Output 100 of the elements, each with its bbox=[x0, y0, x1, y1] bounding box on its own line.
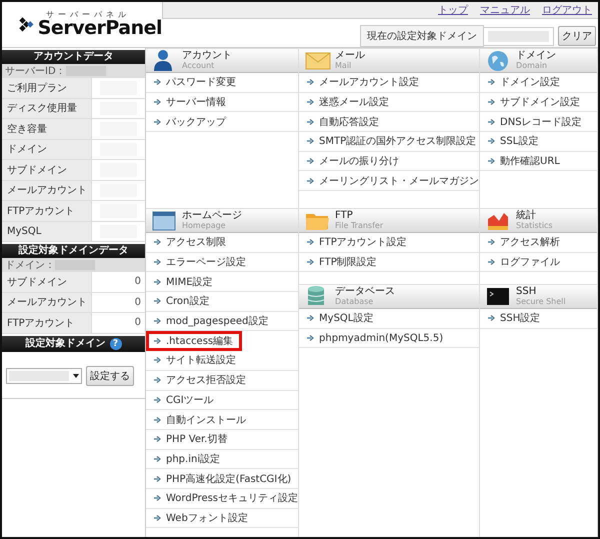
arrow-icon bbox=[307, 118, 316, 125]
link-text: PHP高速化設定(FastCGI化) bbox=[166, 472, 292, 486]
menu-link[interactable]: FTP制限設定 bbox=[299, 252, 480, 272]
menu-link[interactable]: メールの振り分け bbox=[299, 152, 480, 172]
menu-link[interactable]: メールアカウント設定 bbox=[299, 73, 480, 93]
menu-link[interactable]: サブドメイン設定 bbox=[480, 92, 597, 112]
menu-link[interactable]: 自動応答設定 bbox=[299, 112, 480, 132]
domain-select[interactable] bbox=[6, 368, 82, 384]
arrow-icon bbox=[488, 315, 496, 322]
arrow-icon bbox=[307, 259, 316, 266]
clear-button[interactable]: クリア bbox=[558, 26, 596, 46]
arrow-icon bbox=[154, 278, 162, 285]
menu-link[interactable]: メーリングリスト・メールマガジン bbox=[299, 171, 480, 192]
link-text: メールアカウント設定 bbox=[319, 76, 420, 90]
menu-link[interactable]: ドメイン設定 bbox=[480, 73, 597, 93]
section-title: メール bbox=[335, 51, 366, 62]
section-title: ドメイン bbox=[516, 51, 556, 62]
row-label: サブドメイン bbox=[2, 272, 92, 292]
link-text: 動作確認URL bbox=[500, 154, 560, 168]
arrow-icon bbox=[154, 436, 162, 442]
menu-link[interactable]: phpmyadmin(MySQL5.5) bbox=[299, 328, 480, 348]
section-subtitle: Database bbox=[335, 298, 374, 306]
menu-link[interactable]: 動作確認URL bbox=[480, 152, 597, 172]
set-button[interactable]: 設定する bbox=[86, 366, 134, 386]
arrow-icon bbox=[488, 158, 496, 164]
link-text: メーリングリスト・メールマガジン bbox=[319, 174, 480, 188]
nav-link[interactable]: ログアウト bbox=[542, 3, 592, 17]
menu-link[interactable]: php.ini設定 bbox=[146, 450, 298, 470]
menu-link[interactable]: 迷惑メール設定 bbox=[299, 92, 480, 112]
menu-link[interactable]: PHP高速化設定(FastCGI化) bbox=[146, 469, 298, 489]
menu-link[interactable]: WordPressセキュリティ設定 bbox=[146, 488, 298, 509]
menu-link[interactable]: サイト転送設定 bbox=[146, 351, 298, 371]
link-text: SSH設定 bbox=[500, 312, 540, 326]
menu-link[interactable]: .htaccess編集 bbox=[146, 331, 242, 352]
row-label: サブドメイン bbox=[2, 160, 92, 180]
menu-link[interactable]: FTPアカウント設定 bbox=[299, 233, 480, 253]
link-text: アクセス解析 bbox=[500, 236, 560, 250]
caret-icon bbox=[73, 374, 79, 378]
menu-link[interactable]: 自動インストール bbox=[146, 410, 298, 430]
menu-link[interactable]: MySQL設定 bbox=[299, 309, 480, 329]
link-text: ドメイン設定 bbox=[500, 76, 560, 90]
menu-link[interactable]: SSL設定 bbox=[480, 132, 597, 152]
menu-link[interactable]: PHP Ver.切替 bbox=[146, 430, 298, 450]
arrow-icon bbox=[154, 99, 162, 106]
arrow-icon bbox=[307, 79, 316, 86]
link-text: SSL設定 bbox=[500, 134, 538, 148]
row-label: メールアカウント bbox=[2, 180, 92, 200]
menu-link[interactable]: MIME設定 bbox=[146, 272, 298, 292]
row-label: メールアカウント bbox=[2, 292, 92, 312]
menu-link[interactable]: CGIツール bbox=[146, 390, 298, 410]
row-label: MySQL bbox=[2, 222, 92, 241]
menu-link[interactable]: Cron設定 bbox=[146, 292, 298, 312]
link-text: WordPressセキュリティ設定 bbox=[166, 492, 298, 506]
window-icon bbox=[152, 208, 178, 232]
link-text: phpmyadmin(MySQL5.5) bbox=[319, 332, 444, 344]
arrow-icon bbox=[307, 99, 316, 106]
arrow-icon bbox=[154, 456, 162, 462]
link-text: メールの振り分け bbox=[319, 155, 400, 168]
menu-link[interactable]: Webフォント設定 bbox=[146, 508, 298, 528]
menu-link[interactable]: SSH設定 bbox=[480, 309, 597, 329]
menu-link[interactable]: アクセス解析 bbox=[480, 233, 597, 253]
nav-link[interactable]: マニュアル bbox=[480, 3, 530, 17]
link-text: パスワード変更 bbox=[166, 76, 236, 90]
arrow-icon bbox=[307, 178, 316, 184]
domain-field[interactable] bbox=[484, 26, 554, 46]
menu-link[interactable]: バックアップ bbox=[146, 112, 298, 132]
domain-label: ドメイン： bbox=[5, 259, 55, 272]
menu-link[interactable]: SMTP認証の国外アクセス制限設定 bbox=[299, 132, 480, 152]
menu-link[interactable]: エラーページ設定 bbox=[146, 252, 298, 272]
menu-link[interactable]: DNSレコード設定 bbox=[480, 112, 597, 132]
row-label: ドメイン bbox=[2, 140, 92, 159]
link-text: Webフォント設定 bbox=[166, 512, 248, 525]
arrow-icon bbox=[154, 357, 162, 364]
arrow-icon bbox=[488, 99, 496, 106]
arrow-icon bbox=[154, 396, 162, 403]
menu-link[interactable]: パスワード変更 bbox=[146, 73, 298, 93]
section-title: SSH bbox=[516, 287, 538, 298]
link-text: FTP制限設定 bbox=[319, 256, 377, 270]
link-text: FTPアカウント設定 bbox=[319, 236, 407, 250]
nav-link[interactable]: トップ bbox=[438, 3, 468, 17]
arrow-icon bbox=[488, 118, 496, 125]
link-text: ログファイル bbox=[500, 256, 560, 270]
menu-link[interactable]: アクセス制限 bbox=[146, 233, 298, 253]
arrow-icon bbox=[488, 138, 496, 144]
row-label: FTPアカウント bbox=[2, 313, 92, 332]
menu-link[interactable]: mod_pagespeed設定 bbox=[146, 312, 298, 332]
menu-link[interactable]: サーバー情報 bbox=[146, 92, 298, 112]
arrow-icon bbox=[307, 239, 316, 246]
link-text: エラーページ設定 bbox=[166, 256, 246, 270]
arrow-icon bbox=[307, 335, 316, 342]
menu-link[interactable]: アクセス拒否設定 bbox=[146, 370, 298, 390]
menu-link[interactable]: ログファイル bbox=[480, 252, 597, 272]
link-text: サイト転送設定 bbox=[166, 354, 236, 368]
sidebar-heading: 設定対象ドメインデータ bbox=[2, 244, 145, 258]
link-text: 迷惑メール設定 bbox=[319, 96, 390, 110]
section-title: FTP bbox=[335, 211, 354, 222]
help-icon[interactable]: ? bbox=[110, 338, 122, 350]
link-text: MySQL設定 bbox=[319, 312, 374, 326]
arrow-icon bbox=[307, 315, 316, 322]
row-value: 0 bbox=[134, 296, 141, 308]
